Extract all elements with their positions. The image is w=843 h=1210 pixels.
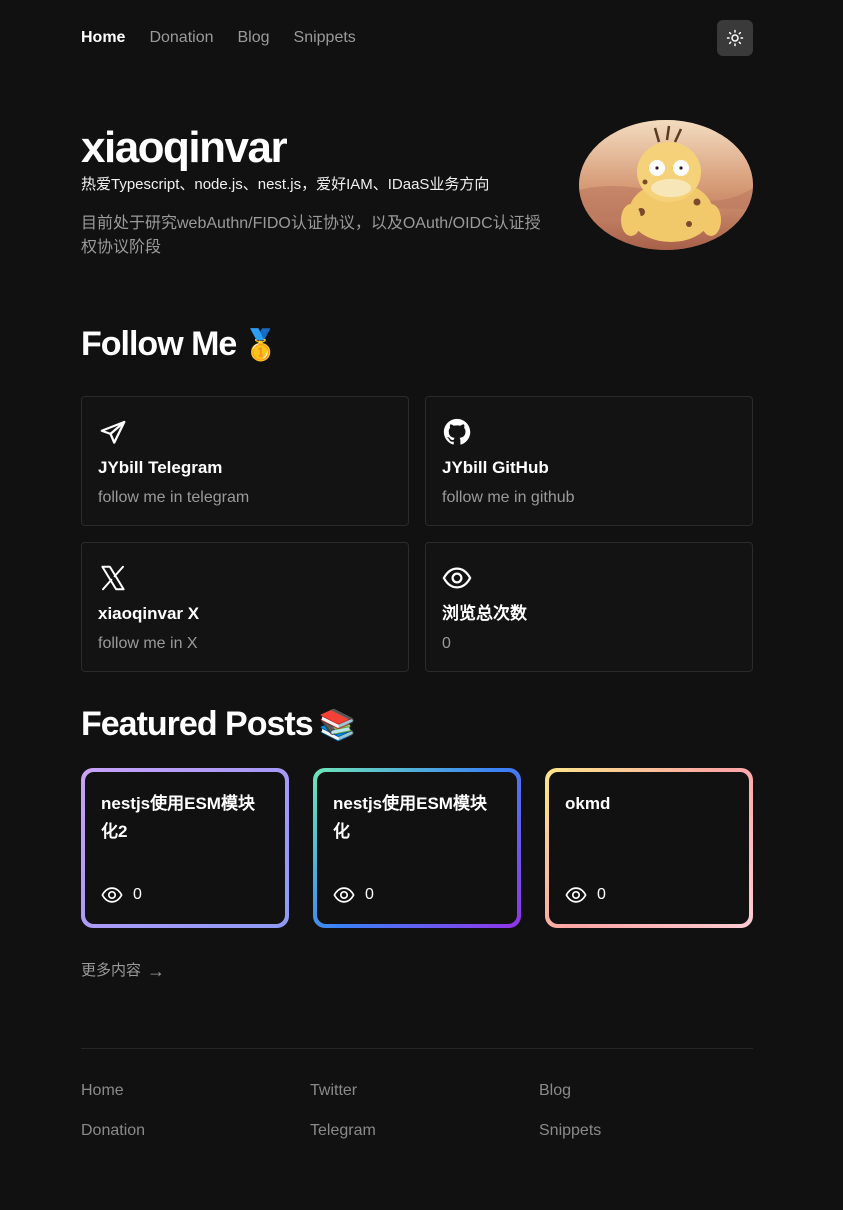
follow-card-subtitle: follow me in telegram [98,489,250,506]
footer-link-donation[interactable]: Donation [81,1120,310,1142]
more-posts-link[interactable]: 更多内容 → [81,960,165,982]
follow-title-text: Follow Me [81,325,237,363]
follow-card-views: 浏览总次数 0 [425,542,753,672]
post-card[interactable]: nestjs使用ESM模块化 0 [313,768,521,928]
follow-card-title: JYbill Telegram [98,458,223,477]
footer-link-twitter[interactable]: Twitter [310,1080,539,1102]
follow-card-title: JYbill GitHub [442,458,549,477]
books-icon: 📚 [318,709,356,742]
footer-link-blog[interactable]: Blog [539,1080,753,1102]
eye-icon [333,887,355,903]
footer-link-telegram[interactable]: Telegram [310,1120,539,1142]
nav-snippets[interactable]: Snippets [294,20,356,56]
follow-card-subtitle: follow me in github [442,489,575,506]
medal-icon: 🥇 [242,329,279,362]
post-view-count: 0 [597,886,606,903]
footer-link-snippets[interactable]: Snippets [539,1120,753,1142]
avatar [579,120,753,250]
post-card-inner: nestjs使用ESM模块化 0 [317,772,517,924]
post-view-count: 0 [133,886,142,903]
post-card-inner: okmd 0 [549,772,749,924]
follow-card-subtitle: follow me in X [98,635,198,652]
follow-section-title: Follow Me 🥇 [81,322,280,368]
theme-toggle-button[interactable] [717,20,753,56]
post-views: 0 [333,884,374,906]
eye-icon [101,887,123,903]
x-icon [101,565,125,591]
post-card[interactable]: nestjs使用ESM模块化2 0 [81,768,289,928]
featured-title-text: Featured Posts [81,705,314,743]
post-card[interactable]: okmd 0 [545,768,753,928]
arrow-right-icon: → [147,961,166,981]
nav-home[interactable]: Home [81,20,125,56]
total-views-count: 0 [442,635,451,652]
follow-card-x[interactable]: xiaoqinvar X follow me in X [81,542,409,672]
hero-name: xiaoqinvar [81,123,288,172]
more-posts-label: 更多内容 [81,962,142,979]
nav-links: Home Donation Blog Snippets [81,20,356,56]
nav-blog[interactable]: Blog [238,20,270,56]
eye-icon [565,887,587,903]
footer-divider [81,1048,753,1049]
hero-section: xiaoqinvar 热爱Typescript、node.js、nest.js，… [81,118,753,268]
github-icon [443,418,471,445]
post-view-count: 0 [365,886,374,903]
sun-icon [726,29,744,47]
post-views: 0 [565,884,606,906]
nav-donation[interactable]: Donation [149,20,213,56]
footer: Home Twitter Blog Donation Telegram Snip… [81,1080,753,1142]
follow-grid: JYbill Telegram follow me in telegram JY… [81,396,753,672]
follow-card-telegram[interactable]: JYbill Telegram follow me in telegram [81,396,409,526]
featured-posts: nestjs使用ESM模块化2 0 nestjs使用ESM模块化 0 okmd … [81,768,753,928]
post-title: nestjs使用ESM模块化2 [101,794,255,841]
eye-icon [442,567,472,589]
post-views: 0 [101,884,142,906]
post-title: nestjs使用ESM模块化 [333,794,487,841]
telegram-icon [100,420,126,444]
hero-description: 目前处于研究webAuthn/FIDO认证协议，以及OAuth/OIDC认证授权… [81,215,541,256]
featured-section-title: Featured Posts 📚 [81,702,356,748]
post-title: okmd [565,794,611,813]
avatar-image [579,120,753,250]
follow-card-title: xiaoqinvar X [98,604,200,623]
top-nav: Home Donation Blog Snippets [81,20,753,56]
page: Home Donation Blog Snippets xiaoqinvar 热… [0,0,843,1210]
hero-tagline: 热爱Typescript、node.js、nest.js，爱好IAM、IDaaS… [81,176,490,193]
footer-link-home[interactable]: Home [81,1080,310,1102]
follow-card-title: 浏览总次数 [442,604,527,623]
follow-card-github[interactable]: JYbill GitHub follow me in github [425,396,753,526]
post-card-inner: nestjs使用ESM模块化2 0 [85,772,285,924]
